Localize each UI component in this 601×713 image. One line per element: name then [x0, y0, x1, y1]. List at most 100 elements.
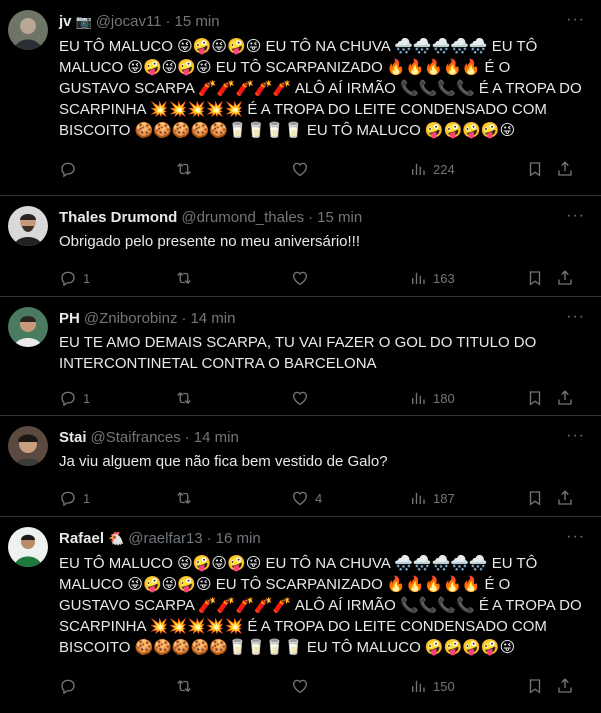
view-count: 163	[433, 270, 455, 286]
retweet-icon	[177, 163, 191, 175]
reply-button[interactable]	[59, 157, 83, 181]
share-button[interactable]	[556, 674, 574, 698]
separator-dot: ·	[165, 13, 171, 30]
like-button[interactable]	[291, 674, 315, 698]
retweet-button[interactable]	[175, 486, 199, 510]
reply-button[interactable]	[59, 674, 83, 698]
tweet[interactable]: jv 📷 @jocav11 · 15 min ··· EU TÔ MALUCO …	[0, 0, 601, 196]
tweet-actions: 1 4 187	[59, 486, 585, 510]
bookmark-button[interactable]	[526, 266, 544, 290]
share-icon	[558, 490, 572, 505]
user-handle[interactable]: @Zniborobinz	[84, 309, 178, 329]
display-name[interactable]: Thales Drumond	[59, 208, 177, 228]
bookmark-icon	[529, 679, 541, 694]
retweet-icon	[177, 492, 191, 504]
reply-button[interactable]: 1	[59, 266, 90, 290]
views-button[interactable]: 163	[409, 266, 455, 290]
tweet-actions: 1 163	[59, 266, 585, 290]
tweet[interactable]: Thales Drumond @drumond_thales · 15 min …	[0, 196, 601, 297]
tweet[interactable]: Rafael 🐔 @raelfar13 · 16 min ··· EU TÔ M…	[0, 517, 601, 713]
name-badge: 🐔	[108, 531, 125, 546]
separator-dot: ·	[206, 530, 212, 547]
bookmark-button[interactable]	[526, 157, 544, 181]
reply-icon	[61, 491, 75, 507]
reply-count: 1	[83, 390, 91, 406]
views-button[interactable]: 224	[409, 157, 455, 181]
views-button[interactable]: 180	[409, 386, 455, 410]
view-count: 224	[433, 161, 455, 177]
reply-count: 1	[83, 270, 91, 286]
more-icon[interactable]: ···	[566, 309, 585, 325]
tweet-header: Thales Drumond @drumond_thales · 15 min	[59, 208, 585, 228]
display-name[interactable]: Rafael	[59, 529, 104, 549]
timestamp[interactable]: 15 min	[175, 12, 220, 32]
avatar[interactable]	[8, 426, 48, 466]
avatar[interactable]	[8, 307, 48, 347]
share-button[interactable]	[556, 486, 574, 510]
reply-icon	[61, 391, 75, 407]
bookmark-icon	[529, 391, 541, 406]
separator-dot: ·	[308, 209, 314, 226]
reply-count: 1	[83, 490, 91, 506]
views-button[interactable]: 187	[409, 486, 455, 510]
views-icon	[412, 272, 425, 284]
display-name[interactable]: Stai	[59, 428, 87, 448]
like-icon	[292, 491, 308, 506]
user-handle[interactable]: @jocav11	[96, 12, 162, 32]
timestamp[interactable]: 16 min	[216, 529, 261, 549]
reply-button[interactable]: 1	[59, 486, 90, 510]
share-button[interactable]	[556, 386, 574, 410]
bookmark-button[interactable]	[526, 486, 544, 510]
share-button[interactable]	[556, 157, 574, 181]
user-handle[interactable]: @raelfar13	[128, 529, 202, 549]
tweet-text: EU TÔ MALUCO 😜🤪😜🤪😜 EU TÔ NA CHUVA 🌨️🌨️🌨️…	[59, 555, 586, 656]
display-name[interactable]: jv	[59, 12, 72, 32]
like-icon	[292, 391, 308, 406]
more-icon[interactable]: ···	[566, 208, 585, 224]
retweet-icon	[177, 272, 191, 284]
timestamp[interactable]: 14 min	[190, 309, 235, 329]
bookmark-button[interactable]	[526, 386, 544, 410]
like-button[interactable]: 4	[291, 486, 322, 510]
timestamp[interactable]: 14 min	[194, 428, 239, 448]
name-badge: 📷	[75, 14, 92, 29]
like-icon	[292, 679, 308, 694]
more-icon[interactable]: ···	[566, 428, 585, 444]
retweet-button[interactable]	[175, 674, 199, 698]
reply-button[interactable]: 1	[59, 386, 90, 410]
bookmark-icon	[529, 491, 541, 506]
tweet-text: EU TE AMO DEMAIS SCARPA, TU VAI FAZER O …	[59, 334, 541, 372]
tweet[interactable]: PH @Zniborobinz · 14 min ··· EU TE AMO D…	[0, 297, 601, 416]
retweet-button[interactable]	[175, 386, 199, 410]
share-icon	[558, 390, 572, 405]
like-button[interactable]	[291, 157, 315, 181]
more-icon[interactable]: ···	[566, 529, 585, 545]
view-count: 150	[433, 678, 455, 694]
tweet-text: Ja viu alguem que não fica bem vestido d…	[59, 453, 388, 470]
timestamp[interactable]: 15 min	[317, 208, 362, 228]
more-icon[interactable]: ···	[566, 12, 585, 28]
retweet-icon	[177, 680, 191, 692]
share-icon	[558, 678, 572, 693]
avatar[interactable]	[8, 10, 48, 50]
user-handle[interactable]: @Staifrances	[91, 428, 181, 448]
retweet-button[interactable]	[175, 157, 199, 181]
avatar[interactable]	[8, 206, 48, 246]
avatar[interactable]	[8, 527, 48, 567]
display-name[interactable]: PH	[59, 309, 80, 329]
like-icon	[292, 271, 308, 286]
user-handle[interactable]: @drumond_thales	[181, 208, 304, 228]
view-count: 180	[433, 390, 455, 406]
tweet-text: Obrigado pelo presente no meu aniversári…	[59, 233, 361, 250]
like-button[interactable]	[291, 386, 315, 410]
tweet-actions: 150	[59, 674, 585, 698]
bookmark-icon	[529, 162, 541, 177]
like-button[interactable]	[291, 266, 315, 290]
retweet-icon	[177, 392, 191, 404]
reply-icon	[61, 679, 75, 695]
tweet[interactable]: Stai @Staifrances · 14 min ··· Ja viu al…	[0, 416, 601, 517]
views-button[interactable]: 150	[409, 674, 455, 698]
share-button[interactable]	[556, 266, 574, 290]
retweet-button[interactable]	[175, 266, 199, 290]
bookmark-button[interactable]	[526, 674, 544, 698]
